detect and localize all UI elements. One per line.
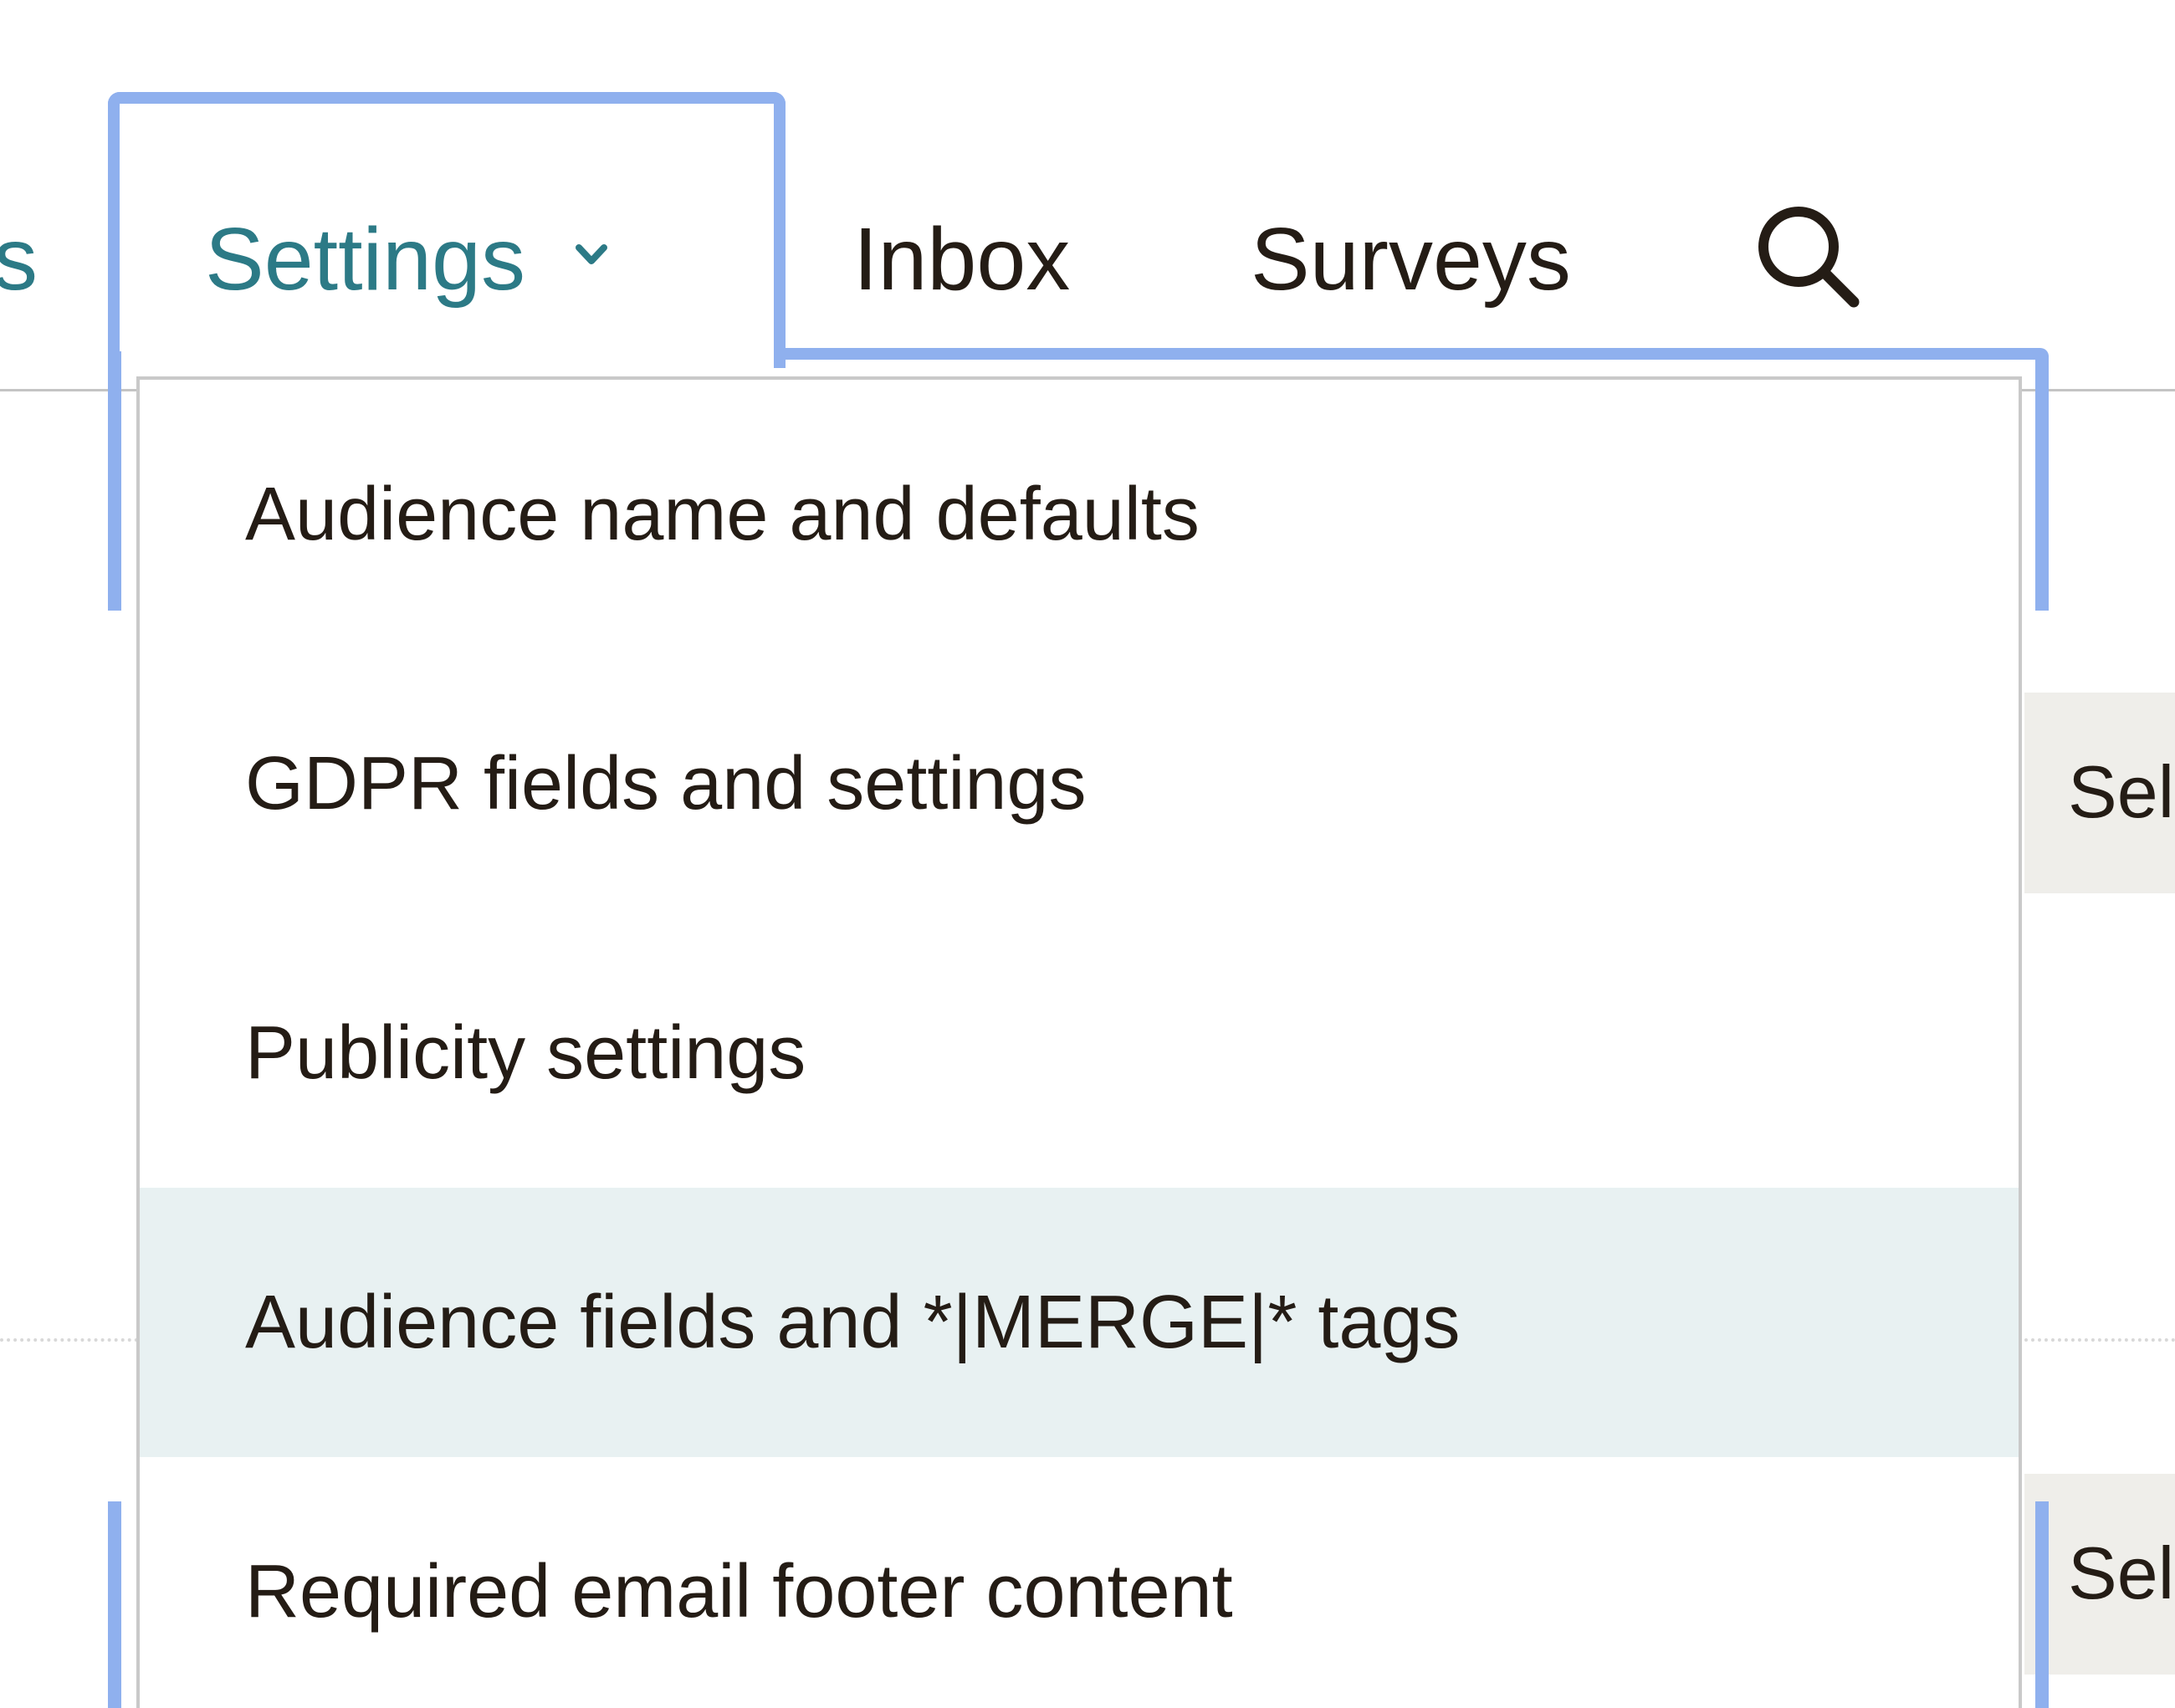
background-divider (2024, 1338, 2175, 1342)
background-select-label: Sel (2068, 750, 2175, 833)
nav-surveys-tab[interactable]: Surveys (1251, 192, 1571, 326)
menu-item-gdpr-fields[interactable]: GDPR fields and settings (140, 649, 2019, 918)
focus-ring (2035, 355, 2049, 611)
menu-item-required-footer[interactable]: Required email footer content (140, 1457, 2019, 1708)
nav-item-partial[interactable]: s (0, 192, 38, 326)
menu-item-audience-fields-merge-tags[interactable]: Audience fields and *|MERGE|* tags (140, 1188, 2019, 1457)
focus-ring (108, 351, 121, 611)
focus-ring (2035, 1501, 2049, 1708)
nav-inbox-tab[interactable]: Inbox (853, 192, 1070, 326)
focus-ring (108, 92, 786, 368)
focus-ring (775, 348, 2049, 360)
background-select-label: Sel (2068, 1532, 2175, 1614)
settings-dropdown-menu: Audience name and defaults GDPR fields a… (136, 376, 2022, 1708)
search-icon[interactable] (1748, 197, 1865, 314)
menu-item-publicity-settings[interactable]: Publicity settings (140, 918, 2019, 1188)
background-divider (0, 1338, 138, 1342)
menu-item-audience-name-defaults[interactable]: Audience name and defaults (140, 380, 2019, 649)
focus-ring (108, 1501, 121, 1708)
page: Sel Sel s Settings Inbox Surveys Audienc… (0, 0, 2175, 1708)
